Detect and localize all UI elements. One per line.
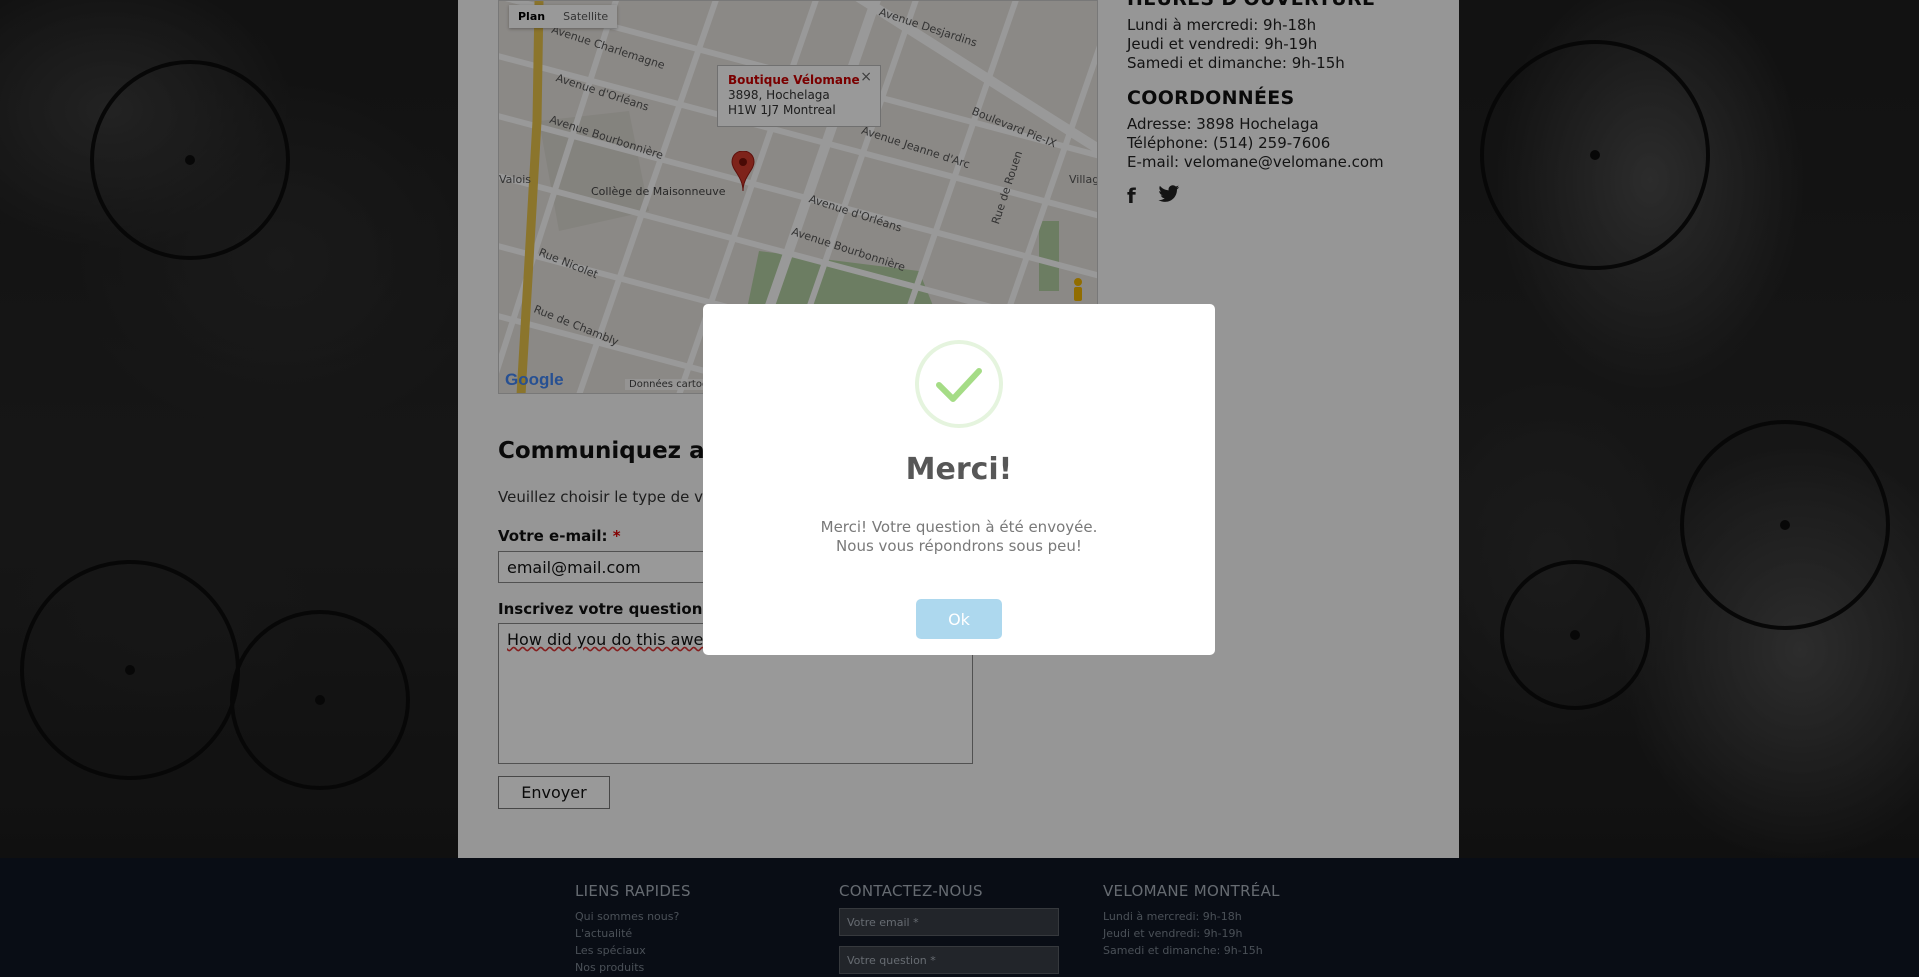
checkmark-icon [936,368,982,402]
dialog-message-line: Merci! Votre question à été envoyée. [820,518,1098,536]
dialog-title: Merci! [905,452,1013,487]
success-dialog: Merci! Merci! Votre question à été envoy… [703,304,1215,655]
ok-button[interactable]: Ok [916,599,1002,639]
dialog-message: Merci! Votre question à été envoyée. Nou… [703,518,1215,556]
success-check-circle [915,340,1003,428]
dialog-message-line: Nous vous répondrons sous peu! [836,537,1082,555]
